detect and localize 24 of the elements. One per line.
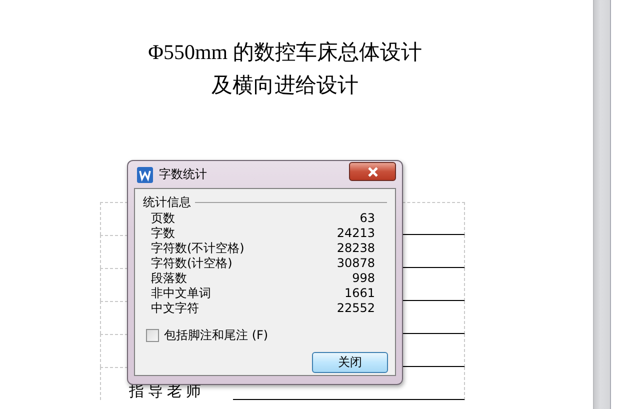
- close-icon: [366, 166, 378, 176]
- stat-label: 段落数: [151, 271, 187, 286]
- stat-value: 998: [352, 271, 375, 286]
- stat-label: 字符数(不计空格): [151, 241, 244, 256]
- stat-value: 30878: [336, 256, 375, 271]
- stat-value: 22552: [336, 301, 375, 316]
- stat-label: 页数: [151, 211, 175, 226]
- stat-value: 1661: [344, 286, 375, 301]
- stat-label: 字数: [151, 226, 175, 241]
- close-button[interactable]: [349, 162, 396, 181]
- stat-value: 28238: [336, 241, 375, 256]
- close-dialog-button[interactable]: 关闭: [312, 352, 388, 373]
- dialog-title: 字数统计: [159, 166, 207, 183]
- checkbox[interactable]: [146, 329, 159, 342]
- stat-label: 非中文单词: [151, 286, 211, 301]
- stat-label: 中文字符: [151, 301, 199, 316]
- app-logo-icon: [137, 166, 153, 182]
- document-title: 及横向进给设计: [210, 72, 360, 99]
- stat-label: 字符数(计空格): [151, 256, 232, 271]
- document-title: Φ550mm 的数控车床总体设计: [147, 39, 423, 66]
- checkbox-label[interactable]: 包括脚注和尾注 (F): [164, 327, 268, 344]
- stat-value: 24213: [336, 226, 375, 241]
- stat-value: 63: [360, 211, 375, 226]
- section-label: 统计信息: [143, 194, 191, 210]
